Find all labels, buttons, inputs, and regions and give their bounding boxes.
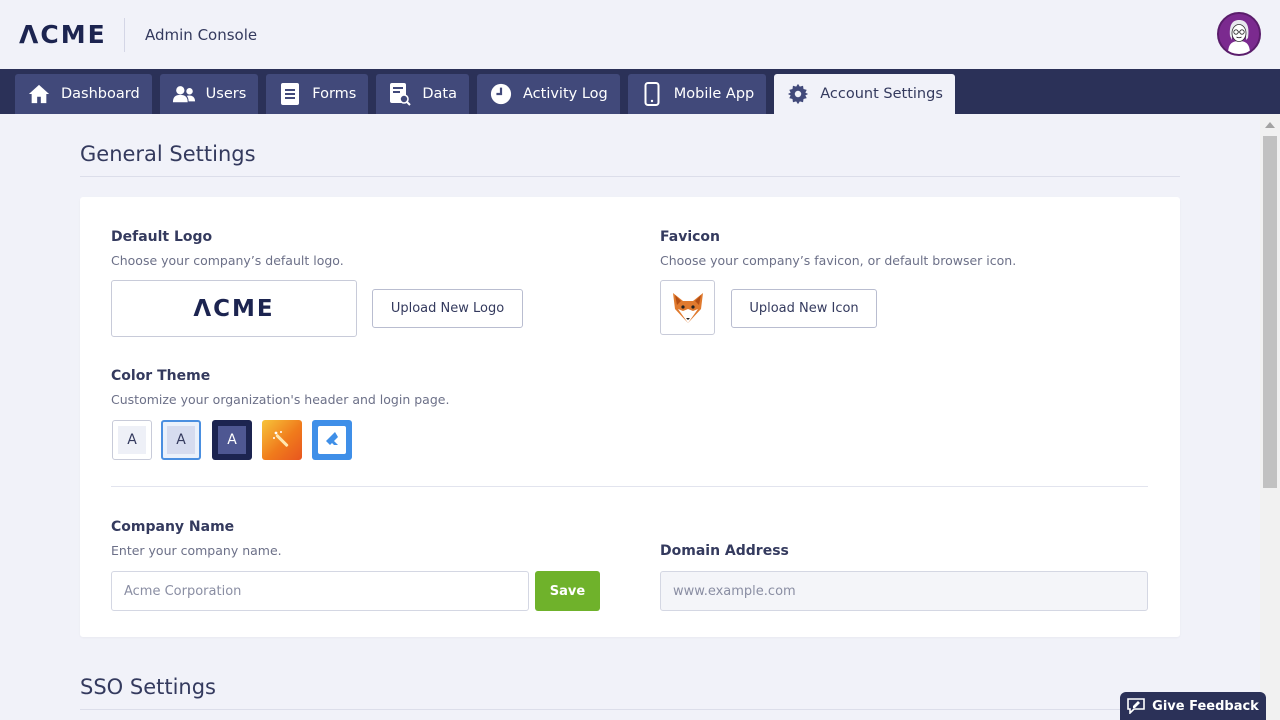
sso-settings-title: SSO Settings (80, 675, 216, 699)
acme-logo[interactable]: ΛCME (19, 20, 105, 49)
upload-logo-button[interactable]: Upload New Logo (372, 289, 523, 328)
tab-label: Users (205, 86, 247, 102)
data-icon (388, 82, 412, 106)
swatch-letter: A (118, 426, 146, 454)
tab-mobile-app[interactable]: Mobile App (627, 74, 767, 114)
brand-arrow-icon (326, 432, 338, 445)
theme-swatch-blue-brand[interactable] (312, 420, 352, 460)
tab-label: Forms (312, 86, 357, 102)
tab-label: Data (422, 86, 457, 102)
domain-address-label: Domain Address (660, 543, 789, 559)
tab-dashboard[interactable]: Dashboard (15, 74, 152, 114)
gear-icon (786, 82, 810, 106)
favicon-label: Favicon (660, 229, 720, 245)
swatch-letter: A (218, 426, 246, 454)
tab-users[interactable]: Users (159, 74, 259, 114)
scroll-up-arrow-icon[interactable] (1265, 122, 1275, 128)
forms-icon (278, 82, 302, 106)
avatar-portrait-icon (1219, 14, 1259, 54)
tab-label: Mobile App (673, 86, 755, 102)
header-divider (124, 17, 125, 52)
color-theme-label: Color Theme (111, 368, 211, 384)
tab-account-settings[interactable]: Account Settings (774, 74, 955, 114)
home-icon (27, 82, 51, 106)
user-avatar[interactable] (1217, 12, 1261, 56)
brand-mark (318, 426, 346, 454)
theme-swatch-navy[interactable]: A (212, 420, 252, 460)
scroll-thumb[interactable] (1263, 136, 1277, 488)
logo-preview: ΛCME (111, 280, 357, 337)
favicon-hint: Choose your company’s favicon, or defaul… (660, 253, 1017, 268)
fox-icon (672, 292, 703, 323)
company-name-hint: Enter your company name. (111, 543, 282, 558)
clock-icon (489, 82, 513, 106)
card-divider (111, 486, 1148, 487)
upload-icon-button[interactable]: Upload New Icon (731, 289, 877, 328)
swatch-letter: A (167, 426, 195, 454)
settings-content: General Settings Default Logo Choose you… (0, 114, 1260, 720)
company-name-input[interactable]: Acme Corporation (111, 571, 529, 611)
magic-wand-icon (273, 431, 289, 447)
general-settings-card: Default Logo Choose your company’s defau… (80, 197, 1180, 637)
tab-forms[interactable]: Forms (266, 74, 369, 114)
color-theme-hint: Customize your organization's header and… (111, 392, 450, 407)
tab-label: Activity Log (523, 86, 608, 102)
give-feedback-button[interactable]: Give Feedback (1120, 692, 1266, 720)
tab-activity-log[interactable]: Activity Log (477, 74, 620, 114)
tab-label: Dashboard (61, 86, 140, 102)
feedback-chat-icon (1127, 698, 1145, 714)
save-button[interactable]: Save (535, 571, 600, 611)
top-bar: ΛCME Admin Console (0, 0, 1280, 69)
section-divider (80, 709, 1180, 710)
theme-swatch-light[interactable]: A (112, 420, 152, 460)
section-divider (80, 176, 1180, 177)
feedback-label: Give Feedback (1152, 698, 1259, 714)
main-nav: Dashboard Users Forms Data Activity Log … (0, 69, 1280, 114)
favicon-preview (660, 280, 715, 335)
tab-label: Account Settings (820, 86, 943, 102)
tab-data[interactable]: Data (376, 74, 469, 114)
default-logo-label: Default Logo (111, 229, 213, 245)
theme-swatch-sunset[interactable] (262, 420, 302, 460)
company-name-label: Company Name (111, 519, 235, 535)
page-scrollbar[interactable] (1260, 114, 1280, 720)
theme-swatch-light-blue[interactable]: A (161, 420, 201, 460)
general-settings-title: General Settings (80, 142, 256, 166)
domain-address-input[interactable]: www.example.com (660, 571, 1148, 611)
app-title: Admin Console (145, 25, 258, 44)
users-icon (172, 82, 196, 106)
default-logo-hint: Choose your company’s default logo. (111, 253, 344, 268)
mobile-icon (640, 82, 664, 106)
